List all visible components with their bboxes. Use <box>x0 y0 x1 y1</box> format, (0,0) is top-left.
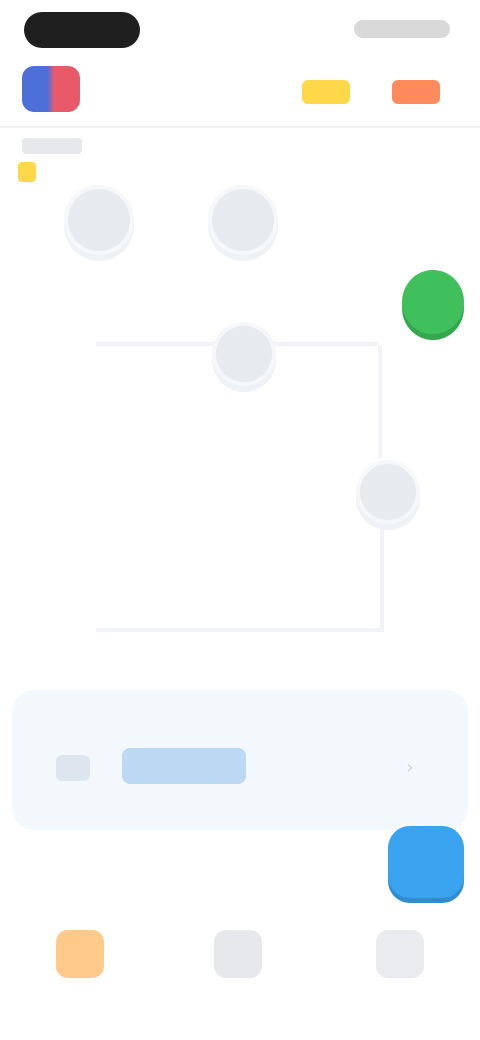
header-divider <box>0 126 480 128</box>
path-connector <box>378 346 382 458</box>
unit-marker-icon <box>18 162 36 182</box>
home-icon[interactable] <box>56 930 104 978</box>
lesson-node-2[interactable] <box>208 185 278 255</box>
unit-title <box>22 138 82 154</box>
practice-icon <box>56 755 90 781</box>
practice-fab-button[interactable] <box>388 826 464 898</box>
course-flag-icon[interactable] <box>22 66 80 112</box>
profile-icon[interactable] <box>376 930 424 978</box>
practice-card-label <box>122 748 246 784</box>
heart-icon[interactable] <box>392 80 440 104</box>
lesson-node-1[interactable] <box>64 185 134 255</box>
lesson-node-3[interactable] <box>212 322 276 386</box>
status-icons <box>354 20 450 38</box>
path-connector <box>96 628 384 632</box>
path-connector <box>380 520 384 630</box>
streak-icon[interactable] <box>302 80 350 104</box>
lesson-node-4[interactable] <box>356 460 420 524</box>
path-connector <box>268 342 378 346</box>
chevron-right-icon: › <box>406 757 414 778</box>
status-pill <box>24 12 140 48</box>
current-lesson-node[interactable] <box>402 270 464 334</box>
learn-icon[interactable] <box>214 930 262 978</box>
path-connector <box>96 342 216 346</box>
